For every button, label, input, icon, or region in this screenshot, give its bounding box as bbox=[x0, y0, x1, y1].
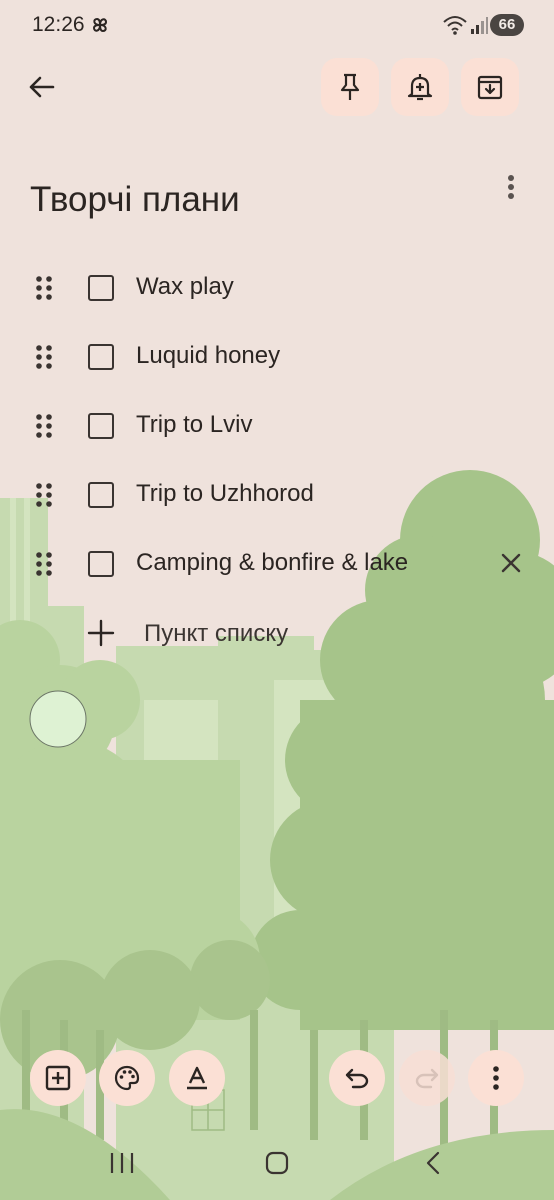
status-time: 12:26 bbox=[32, 13, 85, 36]
add-item-label: Пункт списку bbox=[144, 620, 289, 647]
item-checkbox[interactable] bbox=[88, 482, 114, 508]
pin-icon bbox=[340, 73, 360, 100]
list-item: Wax play bbox=[0, 258, 554, 318]
fan-icon bbox=[92, 17, 108, 33]
back-icon[interactable] bbox=[424, 1150, 442, 1176]
item-checkbox[interactable] bbox=[88, 344, 114, 370]
reminder-button[interactable] bbox=[391, 58, 449, 116]
wifi-icon bbox=[443, 16, 467, 35]
back-arrow-icon bbox=[29, 76, 55, 98]
drag-handle-icon[interactable] bbox=[34, 481, 54, 509]
archive-button[interactable] bbox=[461, 58, 519, 116]
add-list-item-button[interactable]: Пункт списку bbox=[86, 612, 346, 656]
back-button[interactable] bbox=[18, 62, 64, 112]
text-formatting-button[interactable] bbox=[169, 1050, 225, 1106]
battery-indicator: 66 bbox=[490, 14, 524, 36]
home-icon[interactable] bbox=[264, 1150, 290, 1176]
item-checkbox[interactable] bbox=[88, 275, 114, 301]
drag-handle-icon[interactable] bbox=[34, 343, 54, 371]
item-checkbox[interactable] bbox=[88, 551, 114, 577]
more-options-button[interactable] bbox=[468, 1050, 524, 1106]
list-item: Camping & bonfire & lake bbox=[0, 534, 554, 594]
close-icon bbox=[501, 553, 521, 573]
recent-apps-icon[interactable] bbox=[108, 1150, 136, 1176]
item-text[interactable]: Trip to Lviv bbox=[136, 411, 252, 439]
redo-button[interactable] bbox=[399, 1050, 455, 1106]
background-options-button[interactable] bbox=[99, 1050, 155, 1106]
remove-item-button[interactable] bbox=[496, 548, 526, 578]
list-item: Trip to Uzhhorod bbox=[0, 465, 554, 525]
add-content-button[interactable] bbox=[30, 1050, 86, 1106]
pin-button[interactable] bbox=[321, 58, 379, 116]
item-text[interactable]: Luquid honey bbox=[136, 342, 280, 370]
item-text[interactable]: Camping & bonfire & lake bbox=[136, 549, 408, 577]
undo-icon bbox=[345, 1068, 369, 1089]
note-title[interactable]: Творчі плани bbox=[30, 180, 240, 220]
redo-icon bbox=[415, 1068, 439, 1089]
add-box-icon bbox=[45, 1065, 71, 1091]
item-text[interactable]: Wax play bbox=[136, 273, 234, 301]
plus-icon bbox=[87, 619, 115, 647]
signal-icon bbox=[471, 17, 488, 34]
palette-icon bbox=[114, 1065, 140, 1091]
drag-handle-icon[interactable] bbox=[34, 412, 54, 440]
list-item: Trip to Lviv bbox=[0, 396, 554, 456]
drag-handle-icon[interactable] bbox=[34, 550, 54, 578]
add-reminder-icon bbox=[407, 74, 433, 101]
item-text[interactable]: Trip to Uzhhorod bbox=[136, 480, 314, 508]
title-more-menu[interactable] bbox=[496, 170, 526, 204]
undo-button[interactable] bbox=[329, 1050, 385, 1106]
list-item: Luquid honey bbox=[0, 327, 554, 387]
more-vert-icon bbox=[508, 175, 514, 199]
more-vert-icon bbox=[493, 1066, 499, 1090]
item-checkbox[interactable] bbox=[88, 413, 114, 439]
text-format-icon bbox=[187, 1066, 207, 1090]
drag-handle-icon[interactable] bbox=[34, 274, 54, 302]
archive-icon bbox=[477, 75, 503, 100]
